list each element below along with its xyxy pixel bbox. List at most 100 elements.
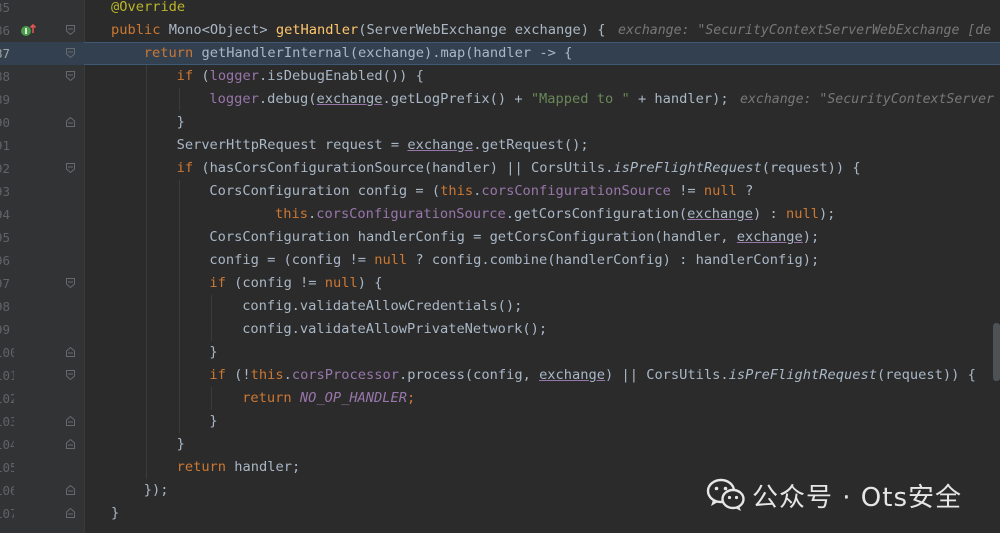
- code-text[interactable]: ServerHttpRequest request = exchange.get…: [177, 134, 589, 157]
- fold-open-icon[interactable]: [66, 71, 75, 81]
- code-line[interactable]: 95 CorsConfiguration handlerConfig = getC…: [0, 226, 1000, 249]
- line-number-text: 104: [0, 437, 14, 452]
- override-method-icon[interactable]: I: [20, 22, 38, 38]
- code-line[interactable]: 89 logger.debug(exchange.getLogPrefix() +…: [0, 88, 1000, 111]
- line-number[interactable]: 94: [0, 203, 14, 226]
- line-number[interactable]: 101: [0, 364, 14, 387]
- line-number[interactable]: 104: [0, 433, 14, 456]
- fold-open-icon[interactable]: [66, 278, 75, 288]
- fold-close-icon[interactable]: [66, 485, 75, 495]
- line-number[interactable]: 86: [0, 19, 14, 42]
- line-number[interactable]: 96: [0, 249, 14, 272]
- line-number[interactable]: 105: [0, 456, 14, 479]
- line-number[interactable]: 95: [0, 226, 14, 249]
- code-token: ;: [407, 390, 416, 406]
- code-line[interactable]: 92 if (hasCorsConfigurationSource(handler…: [0, 157, 1000, 180]
- code-line[interactable]: 86 Ipublic Mono<Object> getHandler(Server…: [0, 19, 1000, 42]
- code-editor[interactable]: 85 @Override 86 Ipublic Mono<Object> getHan…: [0, 0, 1000, 533]
- code-text[interactable]: }: [111, 502, 119, 525]
- code-line[interactable]: 94 this.corsConfigurationSource.getCorsCo…: [0, 203, 1000, 226]
- code-text[interactable]: public Mono<Object> getHandler(ServerWeb…: [111, 19, 605, 42]
- code-text[interactable]: return handler;: [177, 456, 301, 479]
- code-text[interactable]: CorsConfiguration handlerConfig = getCor…: [209, 226, 819, 249]
- code-text[interactable]: }: [209, 410, 217, 433]
- fold-close-icon[interactable]: [66, 416, 75, 426]
- line-number-text: 85: [0, 0, 11, 15]
- code-text[interactable]: @Override: [111, 0, 185, 19]
- line-number[interactable]: 93: [0, 180, 14, 203]
- code-line[interactable]: 100}: [0, 341, 1000, 364]
- line-number[interactable]: 91: [0, 134, 14, 157]
- code-line[interactable]: 88 if (logger.isDebugEnabled()) {: [0, 65, 1000, 88]
- code-token: !=: [670, 183, 704, 199]
- fold-open-icon[interactable]: [66, 48, 75, 58]
- code-line[interactable]: 98 config.validateAllowCredentials();: [0, 295, 1000, 318]
- line-number[interactable]: 106: [0, 479, 14, 502]
- code-text[interactable]: });: [144, 479, 169, 502]
- line-number[interactable]: 97: [0, 272, 14, 295]
- code-line[interactable]: 102 return NO_OP_HANDLER;: [0, 387, 1000, 410]
- code-token: ) :: [753, 206, 786, 222]
- code-line[interactable]: 90}: [0, 111, 1000, 134]
- line-number[interactable]: 107: [0, 502, 14, 525]
- code-line[interactable]: 104}: [0, 433, 1000, 456]
- vertical-scrollbar-thumb[interactable]: [993, 323, 1000, 381]
- code-text[interactable]: this.corsConfigurationSource.getCorsConf…: [275, 203, 835, 226]
- fold-close-icon[interactable]: [66, 347, 75, 357]
- line-number[interactable]: 90: [0, 111, 14, 134]
- code-text[interactable]: }: [177, 111, 185, 134]
- code-text[interactable]: if (hasCorsConfigurationSource(handler) …: [177, 157, 861, 180]
- line-number[interactable]: 92: [0, 157, 14, 180]
- code-text[interactable]: return getHandlerInternal(exchange).map(…: [144, 42, 573, 65]
- line-number[interactable]: 102: [0, 387, 14, 410]
- code-token: }: [209, 413, 218, 429]
- code-line[interactable]: 101 if (!this.corsProcessor.process(confi…: [0, 364, 1000, 387]
- code-text[interactable]: CorsConfiguration config = (this.corsCon…: [209, 180, 753, 203]
- code-text[interactable]: }: [177, 433, 185, 456]
- code-text[interactable]: logger.debug(exchange.getLogPrefix() + "…: [209, 88, 728, 111]
- code-token: this: [275, 206, 308, 222]
- code-text[interactable]: return NO_OP_HANDLER;: [242, 387, 415, 410]
- code-token: return: [176, 459, 235, 475]
- line-number[interactable]: 100: [0, 341, 14, 364]
- fold-close-icon[interactable]: [66, 508, 75, 518]
- code-text[interactable]: config = (config != null ? config.combin…: [209, 249, 819, 272]
- code-text[interactable]: if (!this.corsProcessor.process(config, …: [209, 364, 975, 387]
- wechat-icon: [706, 478, 745, 511]
- code-text[interactable]: if (config != null) {: [209, 272, 382, 295]
- code-line[interactable]: 97 if (config != null) {: [0, 272, 1000, 295]
- line-number[interactable]: 103: [0, 410, 14, 433]
- line-number-text: 97: [0, 276, 11, 291]
- code-line[interactable]: 103}: [0, 410, 1000, 433]
- line-number-text: 107: [0, 506, 14, 521]
- code-line[interactable]: 93 CorsConfiguration config = (this.corsC…: [0, 180, 1000, 203]
- line-number[interactable]: 87: [0, 42, 14, 65]
- code-text[interactable]: config.validateAllowCredentials();: [242, 295, 522, 318]
- code-text[interactable]: if (logger.isDebugEnabled()) {: [177, 65, 424, 88]
- line-number[interactable]: 85: [0, 0, 14, 19]
- code-token: });: [143, 482, 169, 498]
- indent-guide: [145, 65, 147, 479]
- fold-open-icon[interactable]: [66, 163, 75, 173]
- svg-text:I: I: [25, 27, 28, 36]
- code-line[interactable]: 87 return getHandlerInternal(exchange).ma…: [0, 42, 1000, 65]
- line-number[interactable]: 88: [0, 65, 14, 88]
- line-number[interactable]: 89: [0, 88, 14, 111]
- code-line[interactable]: 85 @Override: [0, 0, 1000, 19]
- line-number[interactable]: 99: [0, 318, 14, 341]
- line-number-text: 103: [0, 414, 14, 429]
- fold-open-icon[interactable]: [66, 370, 75, 380]
- code-token: config.validateAllowPrivateNetwork();: [242, 321, 548, 337]
- fold-close-icon[interactable]: [66, 117, 75, 127]
- code-token: );: [802, 229, 820, 245]
- code-token: logger: [209, 91, 259, 107]
- fold-close-icon[interactable]: [66, 439, 75, 449]
- code-line[interactable]: 91 ServerHttpRequest request = exchange.g…: [0, 134, 1000, 157]
- line-number[interactable]: 98: [0, 295, 14, 318]
- code-text[interactable]: config.validateAllowPrivateNetwork();: [242, 318, 547, 341]
- code-token: logger: [209, 68, 260, 84]
- code-text[interactable]: }: [209, 341, 217, 364]
- fold-open-icon[interactable]: [66, 25, 75, 35]
- code-line[interactable]: 96 config = (config != null ? config.comb…: [0, 249, 1000, 272]
- code-line[interactable]: 99 config.validateAllowPrivateNetwork();: [0, 318, 1000, 341]
